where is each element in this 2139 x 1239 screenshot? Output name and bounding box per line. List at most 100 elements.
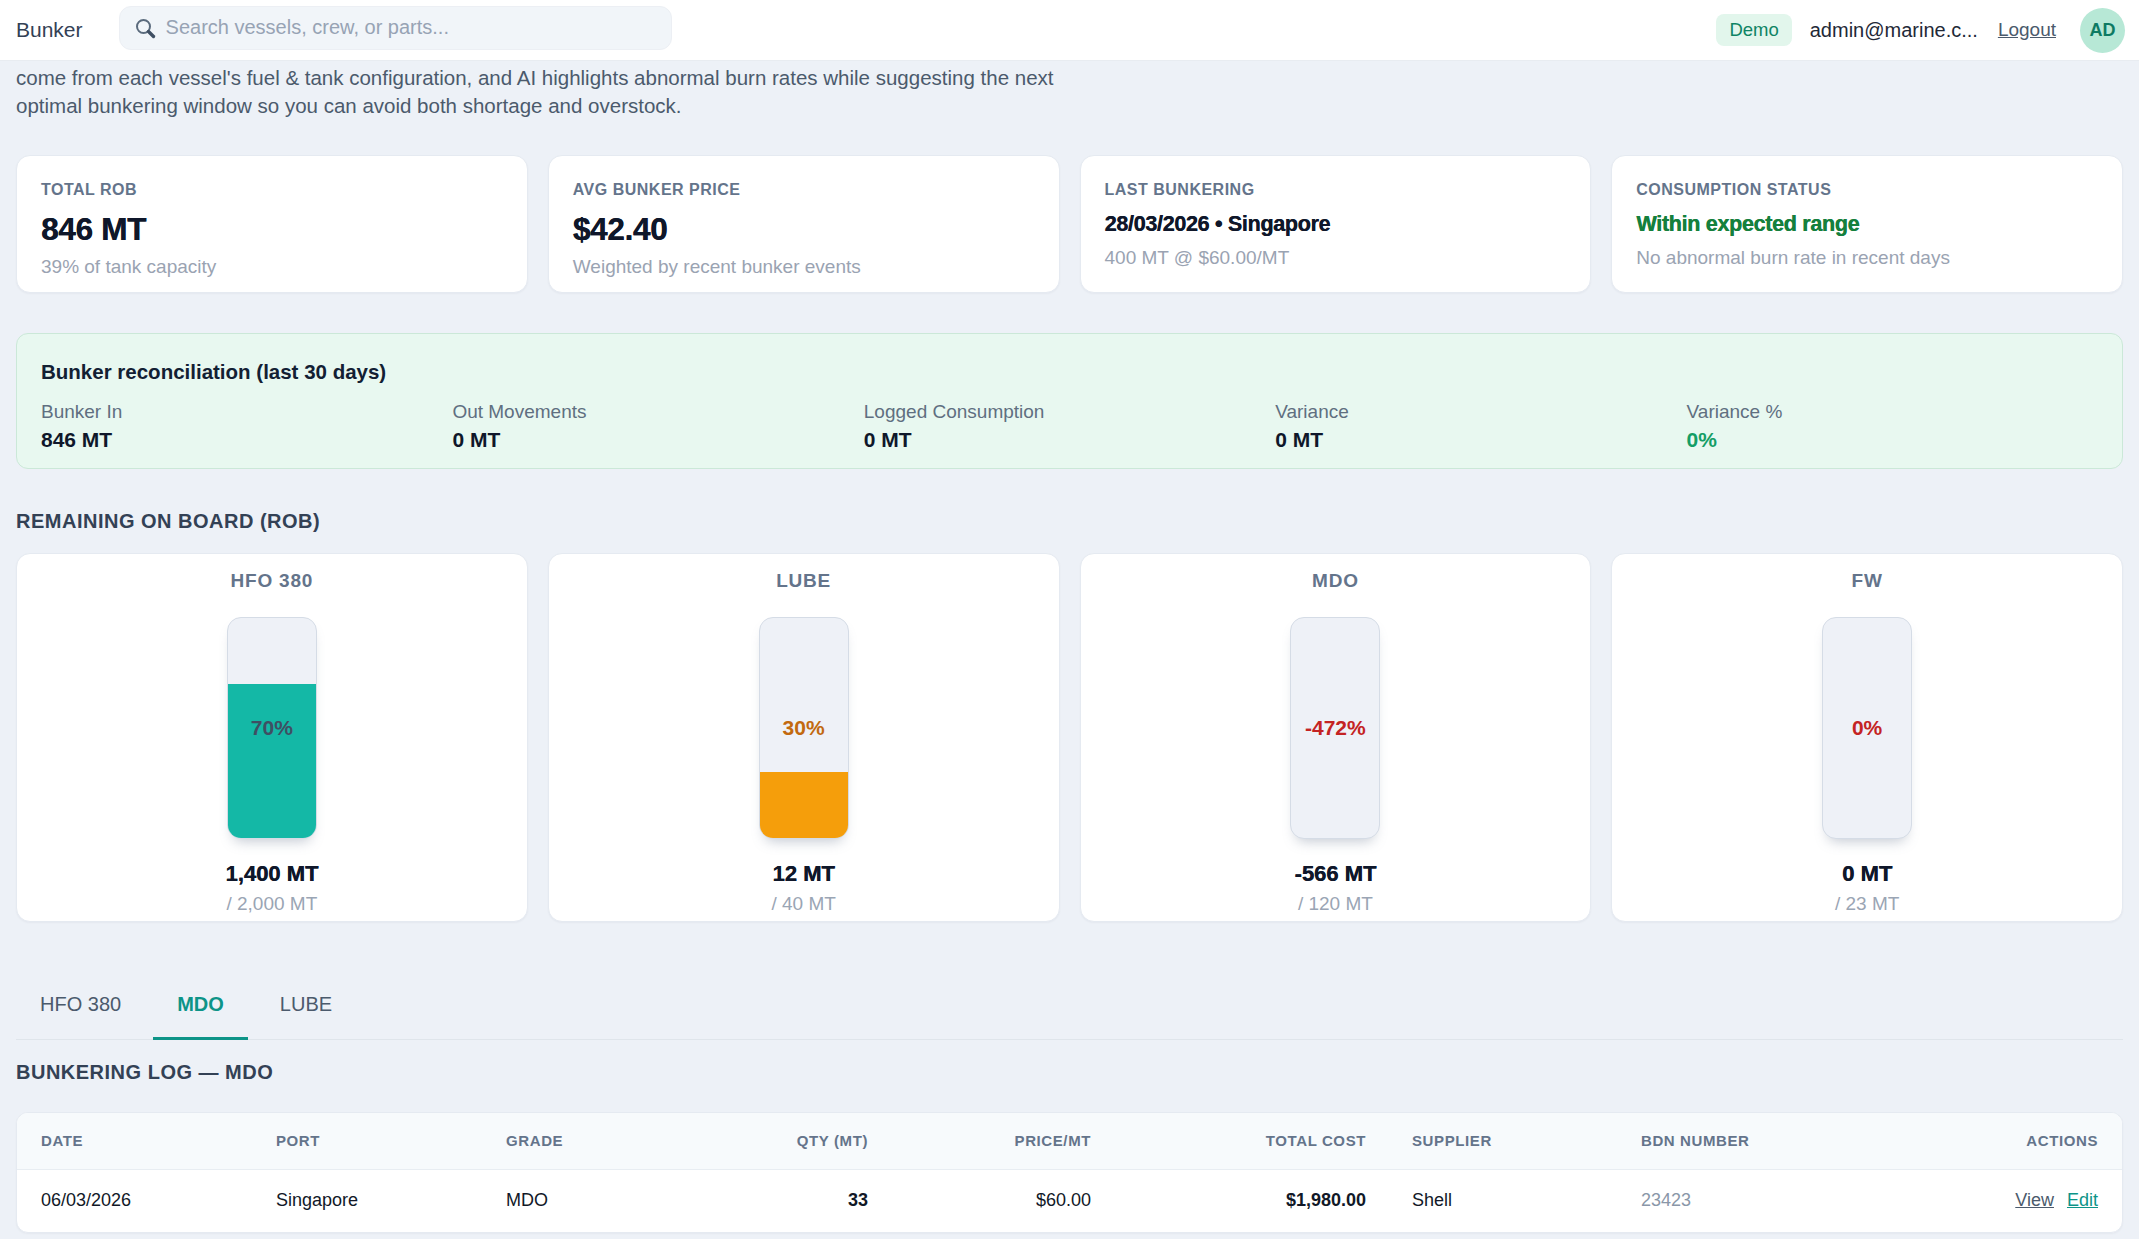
bunkering-log-heading: BUNKERING LOG — MDO	[16, 1061, 2123, 1084]
tank-name: FW	[1852, 570, 1883, 592]
user-email: admin@marine.c...	[1810, 19, 1978, 42]
stat-sub: 39% of tank capacity	[41, 256, 503, 278]
tank-value: 12 MT	[772, 861, 834, 887]
rob-card-hfo-380: HFO 380 70% 1,400 MT / 2,000 MT	[16, 553, 528, 922]
cell-bdn-number: 23423	[1641, 1169, 1901, 1232]
avatar[interactable]: AD	[2080, 8, 2125, 53]
tank-value: 0 MT	[1842, 861, 1892, 887]
tank-capacity: / 120 MT	[1298, 893, 1373, 915]
rob-card-fw: FW 0% 0 MT / 23 MT	[1611, 553, 2123, 922]
recon-label: Variance %	[1687, 401, 2098, 423]
recon-item-bunker-in: Bunker In 846 MT	[41, 401, 452, 452]
edit-link[interactable]: Edit	[2067, 1190, 2098, 1211]
tank-fill	[228, 684, 316, 838]
stat-sub: 400 MT @ $60.00/MT	[1105, 247, 1567, 269]
search-input[interactable]	[166, 16, 657, 39]
recon-item-logged-consumption: Logged Consumption 0 MT	[864, 401, 1275, 452]
recon-value: 0%	[1687, 428, 2098, 452]
stat-value: 28/03/2026 • Singapore	[1105, 212, 1567, 237]
reconciliation-banner: Bunker reconciliation (last 30 days) Bun…	[16, 333, 2123, 469]
cell-date: 06/03/2026	[17, 1169, 276, 1232]
stat-card-consumption-status: CONSUMPTION STATUS Within expected range…	[1611, 155, 2123, 293]
tank-capacity: / 23 MT	[1835, 893, 1899, 915]
table-header-row: DATE PORT GRADE QTY (MT) PRICE/MT TOTAL …	[17, 1113, 2122, 1169]
stat-card-last-bunkering: LAST BUNKERING 28/03/2026 • Singapore 40…	[1080, 155, 1592, 293]
bunkering-log-table: DATE PORT GRADE QTY (MT) PRICE/MT TOTAL …	[16, 1112, 2123, 1233]
fuel-tabs: HFO 380 MDO LUBE	[16, 973, 2123, 1040]
demo-badge: Demo	[1716, 14, 1791, 46]
stat-cards-row: TOTAL ROB 846 MT 39% of tank capacity AV…	[16, 155, 2123, 293]
row-actions: View Edit	[1901, 1190, 2098, 1211]
recon-item-variance-pct: Variance % 0%	[1687, 401, 2098, 452]
stat-label: LAST BUNKERING	[1105, 181, 1567, 199]
stat-value: Within expected range	[1636, 212, 2098, 237]
tank-capacity: / 40 MT	[771, 893, 835, 915]
col-actions: ACTIONS	[1901, 1113, 2122, 1169]
page-title: Bunker	[16, 18, 83, 42]
col-date: DATE	[17, 1113, 276, 1169]
tank-gauge: 30%	[759, 617, 849, 839]
cell-qty: 33	[686, 1169, 868, 1232]
intro-line-2: optimal bunkering window so you can avoi…	[16, 92, 2123, 120]
search-box[interactable]	[119, 6, 672, 50]
cell-price: $60.00	[868, 1169, 1091, 1232]
recon-label: Bunker In	[41, 401, 452, 423]
tank-capacity: / 2,000 MT	[226, 893, 317, 915]
intro-line-1: come from each vessel's fuel & tank conf…	[16, 64, 2123, 92]
search-icon	[134, 17, 156, 39]
tank-name: HFO 380	[231, 570, 314, 592]
tank-value: -566 MT	[1294, 861, 1376, 887]
tank-gauge: 0%	[1822, 617, 1912, 839]
recon-value: 0 MT	[452, 428, 863, 452]
recon-value: 846 MT	[41, 428, 452, 452]
tank-gauge: -472%	[1290, 617, 1380, 839]
stat-value: 846 MT	[41, 212, 503, 246]
cell-port: Singapore	[276, 1169, 506, 1232]
recon-value: 0 MT	[1275, 428, 1686, 452]
stat-card-total-rob: TOTAL ROB 846 MT 39% of tank capacity	[16, 155, 528, 293]
col-supplier: SUPPLIER	[1366, 1113, 1641, 1169]
col-bdn-number: BDN NUMBER	[1641, 1113, 1901, 1169]
recon-item-out-movements: Out Movements 0 MT	[452, 401, 863, 452]
view-link[interactable]: View	[2015, 1190, 2054, 1211]
rob-cards-row: HFO 380 70% 1,400 MT / 2,000 MT LUBE 30%…	[16, 553, 2123, 922]
tank-gauge: 70%	[227, 617, 317, 839]
tank-percent-label: 0%	[1823, 716, 1911, 740]
reconciliation-title: Bunker reconciliation (last 30 days)	[41, 360, 2098, 384]
stat-sub: Weighted by recent bunker events	[573, 256, 1035, 278]
tank-name: LUBE	[776, 570, 831, 592]
stat-sub: No abnormal burn rate in recent days	[1636, 247, 2098, 269]
topbar: Bunker Demo admin@marine.c... Logout AD	[0, 0, 2139, 61]
stat-label: TOTAL ROB	[41, 181, 503, 199]
col-port: PORT	[276, 1113, 506, 1169]
rob-card-mdo: MDO -472% -566 MT / 120 MT	[1080, 553, 1592, 922]
recon-item-variance: Variance 0 MT	[1275, 401, 1686, 452]
tab-mdo[interactable]: MDO	[153, 973, 248, 1040]
rob-card-lube: LUBE 30% 12 MT / 40 MT	[548, 553, 1060, 922]
reconciliation-grid: Bunker In 846 MT Out Movements 0 MT Logg…	[41, 401, 2098, 452]
tank-name: MDO	[1312, 570, 1359, 592]
tab-lube[interactable]: LUBE	[256, 973, 356, 1040]
recon-label: Variance	[1275, 401, 1686, 423]
recon-label: Out Movements	[452, 401, 863, 423]
col-total-cost: TOTAL COST	[1091, 1113, 1366, 1169]
tank-value: 1,400 MT	[225, 861, 318, 887]
col-grade: GRADE	[506, 1113, 686, 1169]
tank-fill	[760, 772, 848, 838]
stat-label: AVG BUNKER PRICE	[573, 181, 1035, 199]
logout-link[interactable]: Logout	[1998, 19, 2056, 41]
table-row: 06/03/2026 Singapore MDO 33 $60.00 $1,98…	[17, 1169, 2122, 1232]
recon-label: Logged Consumption	[864, 401, 1275, 423]
stat-value: $42.40	[573, 212, 1035, 246]
tank-percent-label: -472%	[1291, 716, 1379, 740]
col-qty: QTY (MT)	[686, 1113, 868, 1169]
cell-total-cost: $1,980.00	[1091, 1169, 1366, 1232]
recon-value: 0 MT	[864, 428, 1275, 452]
cell-grade: MDO	[506, 1169, 686, 1232]
tank-percent-label: 70%	[228, 716, 316, 740]
stat-label: CONSUMPTION STATUS	[1636, 181, 2098, 199]
intro-text: come from each vessel's fuel & tank conf…	[16, 64, 2123, 120]
rob-section-heading: REMAINING ON BOARD (ROB)	[16, 510, 2123, 533]
stat-card-avg-bunker-price: AVG BUNKER PRICE $42.40 Weighted by rece…	[548, 155, 1060, 293]
tab-hfo-380[interactable]: HFO 380	[16, 973, 145, 1040]
